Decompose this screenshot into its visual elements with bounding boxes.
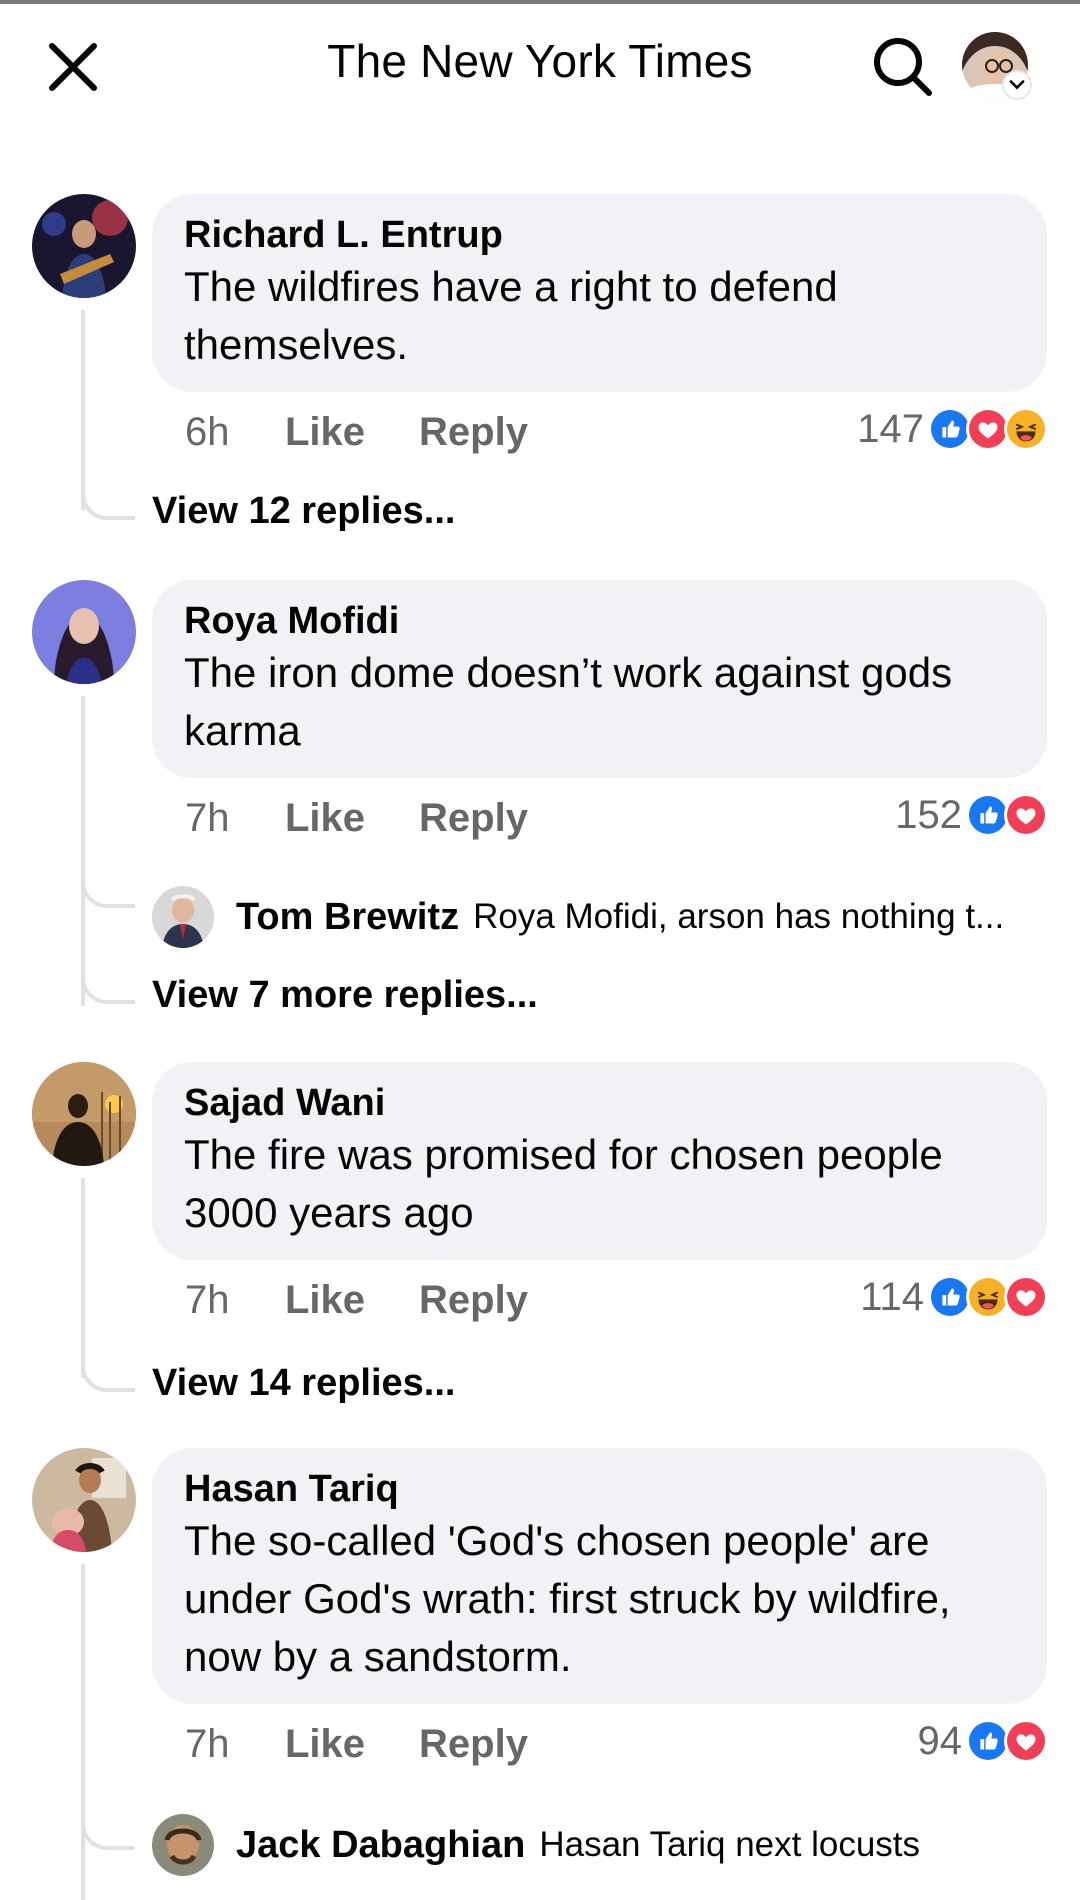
like-button[interactable]: Like — [285, 796, 365, 841]
avatar[interactable] — [152, 1814, 214, 1876]
reaction-count: 114 — [860, 1274, 924, 1319]
comment-actions: 7h Like Reply — [185, 1714, 582, 1774]
thread-line — [81, 696, 85, 896]
account-switcher[interactable] — [1002, 70, 1032, 100]
comment-text: The so-called 'God's chosen people' are … — [184, 1517, 951, 1680]
reply-button[interactable]: Reply — [419, 796, 528, 841]
reaction-count: 147 — [857, 406, 924, 451]
chevron-down-icon — [1009, 80, 1025, 90]
like-button[interactable]: Like — [285, 1278, 365, 1323]
reaction-summary[interactable]: 114 — [860, 1272, 1048, 1322]
comment-bubble: Richard L. Entrup The wildfires have a r… — [152, 194, 1047, 392]
reply-text: Hasan Tariq next locusts — [539, 1825, 921, 1864]
thread-connector — [81, 1820, 135, 1850]
reply-author[interactable]: Jack Dabaghian — [236, 1824, 525, 1867]
comment-time[interactable]: 7h — [185, 1722, 285, 1767]
reply-button[interactable]: Reply — [419, 410, 528, 455]
comment-author[interactable]: Sajad Wani — [184, 1080, 1017, 1126]
like-button[interactable]: Like — [285, 1722, 365, 1767]
reply-button[interactable]: Reply — [419, 1722, 528, 1767]
comment-author[interactable]: Roya Mofidi — [184, 598, 1017, 644]
love-reaction-icon — [1004, 1275, 1048, 1319]
comment-actions: 7h Like Reply — [185, 788, 582, 848]
comment-bubble: Hasan Tariq The so-called 'God's chosen … — [152, 1448, 1047, 1704]
comment-bubble: Sajad Wani The fire was promised for cho… — [152, 1062, 1047, 1260]
reaction-summary[interactable]: 147 — [857, 404, 1048, 454]
love-reaction-icon — [1004, 793, 1048, 837]
reaction-count: 152 — [895, 792, 962, 837]
comment-actions: 6h Like Reply — [185, 402, 582, 462]
thread-connector — [81, 490, 135, 520]
comment-time[interactable]: 7h — [185, 796, 285, 841]
comment-actions: 7h Like Reply — [185, 1270, 582, 1330]
reply-text: Roya Mofidi, arson has nothing t... — [473, 897, 1005, 936]
view-replies-link[interactable]: View 12 replies... — [152, 490, 455, 533]
comment-time[interactable]: 6h — [185, 410, 285, 455]
reaction-summary[interactable]: 94 — [917, 1716, 1048, 1766]
haha-reaction-icon — [1004, 407, 1048, 451]
thread-connector — [81, 1362, 135, 1392]
thread-connector — [81, 974, 135, 1004]
thread-line — [81, 1178, 85, 1378]
search-icon — [874, 38, 932, 96]
reply-button[interactable]: Reply — [419, 1278, 528, 1323]
comment-text: The fire was promised for chosen people … — [184, 1131, 943, 1236]
reply-author[interactable]: Tom Brewitz — [236, 896, 459, 939]
avatar[interactable] — [32, 1062, 136, 1166]
comment-bubble: Roya Mofidi The iron dome doesn’t work a… — [152, 580, 1047, 778]
thread-line — [81, 1564, 85, 1900]
comment-text: The wildfires have a right to defend the… — [184, 263, 838, 368]
reply-preview[interactable]: Jack Dabaghian Hasan Tariq next locusts — [152, 1812, 1052, 1878]
header-bar: The New York Times — [0, 4, 1080, 124]
comment-author[interactable]: Hasan Tariq — [184, 1466, 1017, 1512]
avatar[interactable] — [32, 1448, 136, 1552]
reaction-summary[interactable]: 152 — [895, 790, 1048, 840]
love-reaction-icon — [1004, 1719, 1048, 1763]
search-button[interactable] — [868, 32, 936, 100]
comment-time[interactable]: 7h — [185, 1278, 285, 1323]
reply-preview[interactable]: Tom Brewitz Roya Mofidi, arson has nothi… — [152, 884, 1052, 950]
thread-line — [81, 310, 85, 510]
view-replies-link[interactable]: View 14 replies... — [152, 1362, 455, 1405]
avatar[interactable] — [32, 194, 136, 298]
avatar[interactable] — [152, 886, 214, 948]
comment-author[interactable]: Richard L. Entrup — [184, 212, 1017, 258]
like-button[interactable]: Like — [285, 410, 365, 455]
avatar[interactable] — [32, 580, 136, 684]
comment-text: The iron dome doesn’t work against gods … — [184, 649, 953, 754]
thread-connector — [81, 878, 135, 908]
view-replies-link[interactable]: View 7 more replies... — [152, 974, 538, 1017]
reaction-count: 94 — [917, 1718, 963, 1763]
